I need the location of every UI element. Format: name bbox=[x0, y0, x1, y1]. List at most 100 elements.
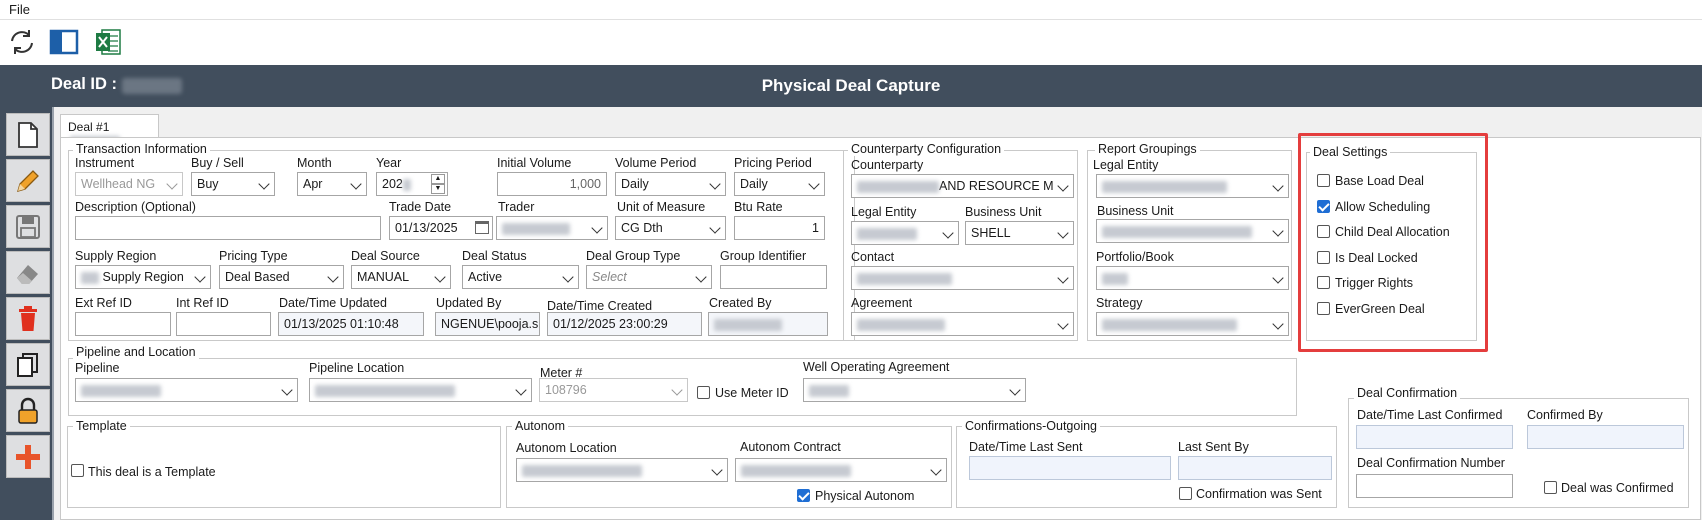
description-input[interactable] bbox=[75, 216, 381, 240]
autonom-contract-select[interactable] bbox=[735, 458, 947, 482]
pricing-period-label: Pricing Period bbox=[734, 156, 812, 170]
agreement-select[interactable] bbox=[851, 312, 1074, 336]
unit-of-measure-label: Unit of Measure bbox=[617, 200, 706, 214]
instrument-select[interactable]: Wellhead NG bbox=[75, 172, 183, 196]
year-up-icon[interactable]: ▲ bbox=[431, 174, 445, 184]
pricing-type-value: Deal Based bbox=[225, 270, 290, 284]
calendar-icon[interactable] bbox=[475, 221, 489, 234]
deal-status-label: Deal Status bbox=[462, 249, 527, 263]
deal-group-type-select[interactable]: Select bbox=[586, 265, 712, 289]
contact-select[interactable] bbox=[851, 266, 1074, 290]
deal-source-select[interactable]: MANUAL bbox=[351, 265, 451, 289]
delete-trash-icon[interactable] bbox=[6, 297, 50, 340]
updated-by-value: NGENUE\pooja.s bbox=[441, 317, 539, 331]
year-down-icon[interactable]: ▼ bbox=[431, 184, 445, 194]
year-stepper[interactable]: 202 ▲ ▼ bbox=[376, 172, 448, 196]
buy-sell-select[interactable]: Buy bbox=[191, 172, 275, 196]
volume-period-label: Volume Period bbox=[615, 156, 697, 170]
template-checkbox[interactable] bbox=[71, 464, 84, 477]
cp-business-unit-value: SHELL bbox=[971, 226, 1011, 240]
edit-pencil-icon[interactable] bbox=[6, 159, 50, 202]
menu-file[interactable]: File bbox=[9, 2, 30, 17]
initial-volume-input[interactable]: 1,000 bbox=[497, 172, 607, 196]
trade-date-picker[interactable]: 01/13/2025 bbox=[389, 216, 493, 240]
autonom-location-select[interactable] bbox=[516, 458, 728, 482]
copy-icon[interactable] bbox=[6, 343, 50, 386]
autonom-location-label: Autonom Location bbox=[516, 441, 617, 455]
portfolio-book-label: Portfolio/Book bbox=[1096, 250, 1174, 264]
pipeline-location-select[interactable] bbox=[309, 378, 532, 402]
strategy-select[interactable] bbox=[1096, 312, 1289, 336]
highlight-box bbox=[1298, 133, 1488, 352]
confirmed-by-label: Confirmed By bbox=[1527, 408, 1603, 422]
excel-icon[interactable] bbox=[92, 26, 124, 58]
initial-volume-label: Initial Volume bbox=[497, 156, 572, 170]
deal-setting-checkbox[interactable] bbox=[1317, 276, 1330, 290]
well-operating-agreement-label: Well Operating Agreement bbox=[803, 360, 950, 374]
deal-setting-checkbox[interactable] bbox=[1317, 250, 1330, 264]
trader-select[interactable] bbox=[496, 216, 608, 240]
int-ref-id-input[interactable] bbox=[176, 312, 271, 336]
transaction-information-title: Transaction Information bbox=[73, 143, 210, 156]
refresh-icon[interactable] bbox=[6, 26, 38, 58]
panel-layout-icon[interactable] bbox=[48, 26, 80, 58]
tab-deal[interactable]: Deal #1 bbox=[60, 114, 159, 148]
deal-setting-label: Child Deal Allocation bbox=[1335, 225, 1450, 240]
rg-legal-entity-select[interactable] bbox=[1096, 174, 1289, 198]
cp-business-unit-label: Business Unit bbox=[965, 205, 1042, 219]
portfolio-book-select[interactable] bbox=[1096, 266, 1289, 290]
counterparty-select[interactable]: AND RESOURCE M bbox=[851, 174, 1074, 198]
save-icon[interactable] bbox=[6, 205, 50, 248]
deal-setting-checkbox[interactable] bbox=[1317, 225, 1330, 239]
ext-ref-id-input[interactable] bbox=[75, 312, 171, 336]
lock-icon[interactable] bbox=[6, 389, 50, 432]
physical-autonom-checkbox[interactable] bbox=[797, 489, 810, 502]
pipeline-location-label: Pipeline Location bbox=[309, 361, 405, 375]
instrument-value: Wellhead NG bbox=[81, 177, 156, 191]
instrument-label: Instrument bbox=[75, 156, 135, 170]
supply-region-label: Supply Region bbox=[75, 249, 157, 263]
deal-group-type-label: Deal Group Type bbox=[586, 249, 681, 263]
datetime-created-field: 01/12/2025 23:00:29 bbox=[547, 312, 702, 336]
trade-date-value: 01/13/2025 bbox=[395, 221, 458, 235]
deal-setting-checkbox[interactable] bbox=[1317, 174, 1330, 187]
unit-of-measure-select[interactable]: CG Dth bbox=[615, 216, 726, 240]
deal-setting-checkbox[interactable] bbox=[1317, 302, 1330, 315]
supply-region-value: Supply Region bbox=[102, 270, 184, 284]
year-label: Year bbox=[376, 156, 402, 170]
cp-legal-entity-select[interactable] bbox=[851, 221, 959, 245]
deal-setting-checkbox[interactable] bbox=[1317, 199, 1330, 213]
sidebar bbox=[0, 107, 52, 520]
confirmation-sent-checkbox[interactable] bbox=[1179, 487, 1192, 500]
counterparty-label: Counterparty bbox=[851, 158, 924, 172]
datetime-updated-field: 01/13/2025 01:10:48 bbox=[278, 312, 424, 336]
deal-confirmed-checkbox[interactable] bbox=[1544, 481, 1557, 494]
pricing-period-select[interactable]: Daily bbox=[734, 172, 825, 196]
cp-business-unit-select[interactable]: SHELL bbox=[965, 221, 1074, 245]
supply-region-select[interactable]: Supply Region bbox=[75, 265, 211, 289]
btu-rate-input[interactable]: 1 bbox=[734, 216, 825, 240]
new-document-icon[interactable] bbox=[6, 113, 50, 156]
deal-status-select[interactable]: Active bbox=[462, 265, 579, 289]
pipeline-select[interactable] bbox=[75, 378, 298, 402]
confirmation-number-input[interactable] bbox=[1356, 474, 1513, 498]
meter-select[interactable]: 108796 bbox=[539, 378, 688, 402]
pricing-type-select[interactable]: Deal Based bbox=[219, 265, 344, 289]
add-plus-icon[interactable] bbox=[6, 435, 50, 478]
counterparty-configuration-title: Counterparty Configuration bbox=[848, 143, 1005, 156]
autonom-contract-label: Autonom Contract bbox=[740, 440, 841, 454]
volume-period-select[interactable]: Daily bbox=[615, 172, 726, 196]
group-identifier-input[interactable] bbox=[720, 265, 827, 289]
physical-autonom-label: Physical Autonom bbox=[815, 489, 915, 503]
well-operating-agreement-select[interactable] bbox=[803, 378, 1026, 402]
rg-business-unit-select[interactable] bbox=[1096, 219, 1289, 243]
month-select[interactable]: Apr bbox=[297, 172, 367, 196]
contact-label: Contact bbox=[851, 250, 895, 264]
eraser-icon[interactable] bbox=[6, 251, 50, 294]
datetime-updated-value: 01/13/2025 01:10:48 bbox=[284, 317, 399, 331]
updated-by-field: NGENUE\pooja.s bbox=[435, 312, 540, 336]
use-meter-id-checkbox[interactable] bbox=[697, 386, 710, 399]
created-by-label: Created By bbox=[709, 296, 772, 310]
buy-sell-value: Buy bbox=[197, 177, 219, 191]
pricing-type-label: Pricing Type bbox=[219, 249, 288, 263]
